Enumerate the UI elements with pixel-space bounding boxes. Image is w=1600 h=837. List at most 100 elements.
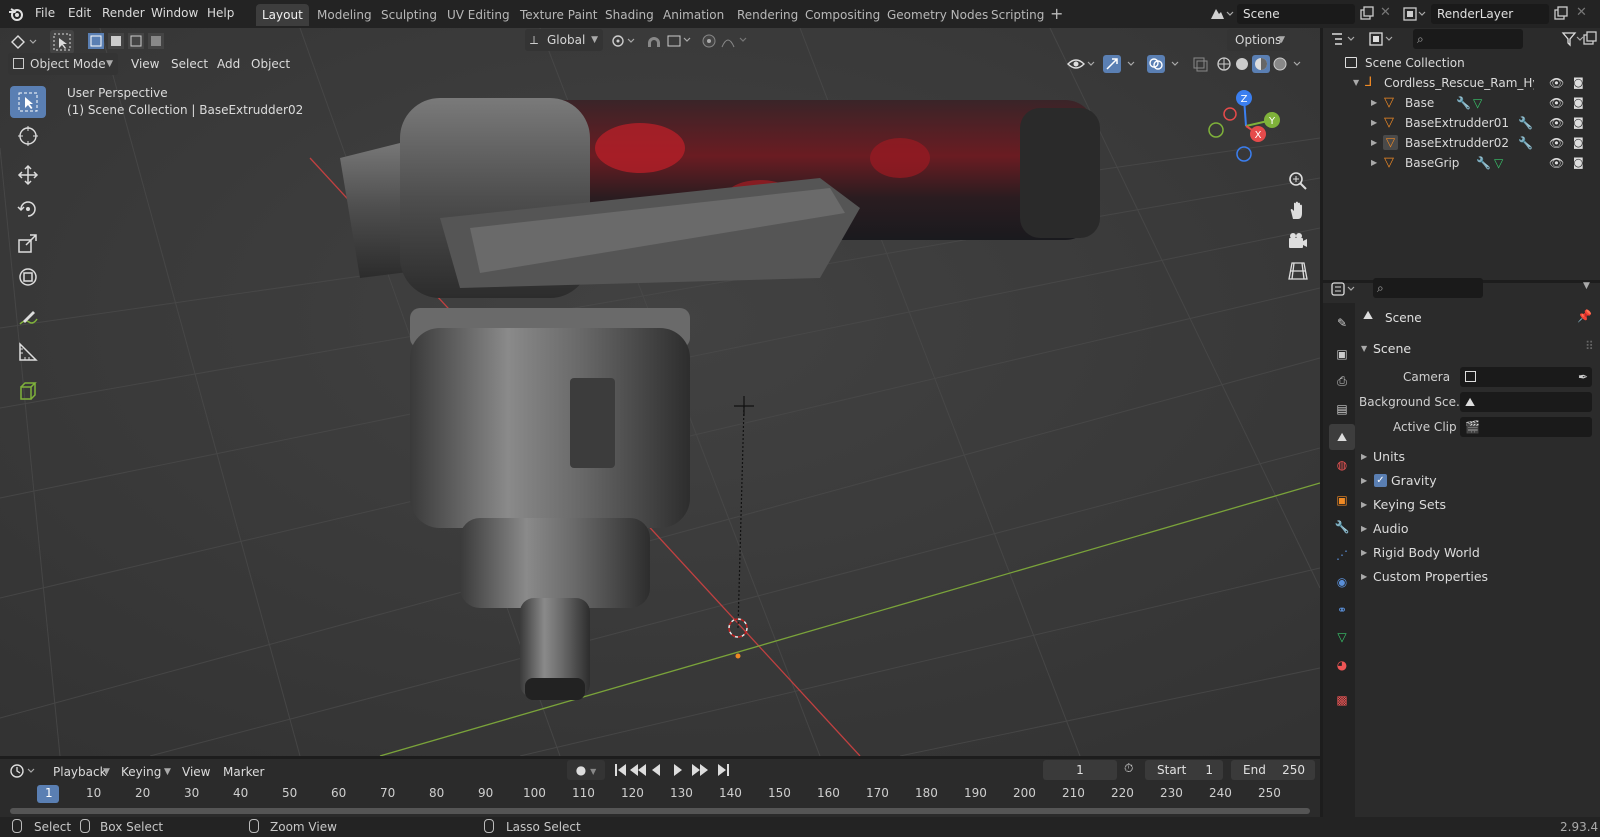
editor-type-icon[interactable] bbox=[8, 32, 40, 52]
tab-sculpting[interactable]: Sculpting bbox=[375, 4, 443, 26]
chevron-down-icon[interactable]: ▼ bbox=[1583, 281, 1590, 291]
camera-view-icon[interactable] bbox=[1286, 229, 1310, 253]
outliner-search-input[interactable]: ⌕ bbox=[1413, 29, 1523, 49]
tab-texture[interactable]: ▩ bbox=[1329, 687, 1355, 713]
jump-to-keyframe-button[interactable] bbox=[629, 761, 647, 779]
play-reverse-button[interactable] bbox=[650, 761, 664, 779]
new-collection-icon[interactable] bbox=[1581, 30, 1599, 48]
tab-view-layer[interactable]: ▤ bbox=[1329, 396, 1355, 422]
jump-to-next-keyframe-button[interactable] bbox=[690, 761, 708, 779]
menu-help[interactable]: Help bbox=[207, 6, 234, 20]
viewport-menu-add[interactable]: Add bbox=[217, 57, 240, 71]
render-camera-icon[interactable]: ◙ bbox=[1573, 73, 1584, 93]
expand-toggle-icon[interactable]: ▶ bbox=[1371, 153, 1377, 173]
tab-compositing[interactable]: Compositing bbox=[799, 4, 886, 26]
timeline-scrollbar[interactable] bbox=[10, 808, 1310, 814]
view-layer-field[interactable]: RenderLayer bbox=[1431, 4, 1549, 24]
proportional-editing-icon[interactable] bbox=[700, 31, 750, 51]
tool-rotate[interactable] bbox=[10, 193, 46, 225]
jump-to-end-button[interactable] bbox=[716, 761, 730, 779]
tool-annotate[interactable] bbox=[10, 302, 46, 334]
outliner-editor-type-icon[interactable] bbox=[1329, 30, 1359, 48]
tab-modifiers[interactable]: 🔧 bbox=[1329, 514, 1355, 540]
tab-material[interactable]: ◕ bbox=[1329, 652, 1355, 678]
tab-layout[interactable]: Layout bbox=[256, 4, 309, 26]
gizmo-toggle-icon[interactable] bbox=[1102, 54, 1140, 74]
tab-data[interactable]: ▽ bbox=[1329, 624, 1355, 650]
timeline-menu-marker[interactable]: Marker bbox=[223, 765, 264, 779]
navigation-gizmo[interactable]: Z Y X bbox=[1208, 86, 1288, 166]
tab-shading[interactable]: Shading bbox=[599, 4, 660, 26]
duplicate-view-layer-icon[interactable] bbox=[1552, 5, 1570, 23]
tab-geometry-nodes[interactable]: Geometry Nodes bbox=[881, 4, 994, 26]
tool-cursor[interactable] bbox=[10, 120, 46, 152]
visibility-eye-icon[interactable]: 👁 bbox=[1549, 113, 1564, 133]
current-frame-field[interactable]: 1 bbox=[1043, 760, 1117, 780]
auto-keying-toggle[interactable]: ● ▼ bbox=[567, 760, 605, 780]
perspective-toggle-icon[interactable] bbox=[1286, 259, 1310, 283]
tab-texture-paint[interactable]: Texture Paint bbox=[514, 4, 603, 26]
expand-toggle-icon[interactable]: ▶ bbox=[1371, 113, 1377, 133]
expand-toggle-icon[interactable]: ▼ bbox=[1353, 73, 1359, 93]
drag-handle-icon[interactable]: ⠿ bbox=[1585, 339, 1594, 353]
blender-logo-icon[interactable] bbox=[8, 6, 24, 22]
timeline-menu-playback[interactable]: Playback bbox=[53, 765, 107, 779]
camera-field[interactable]: ✒ bbox=[1460, 367, 1592, 387]
properties-search-input[interactable]: ⌕ bbox=[1373, 278, 1483, 298]
scene-panel-title[interactable]: Scene bbox=[1373, 341, 1411, 356]
view-layer-icon[interactable] bbox=[1402, 5, 1428, 23]
tab-render[interactable]: ▣ bbox=[1329, 341, 1355, 367]
visibility-toggle-icon[interactable] bbox=[1066, 54, 1098, 74]
tool-move[interactable] bbox=[10, 159, 46, 191]
menu-file[interactable]: File bbox=[35, 6, 55, 20]
scene-selector-icon[interactable] bbox=[1208, 6, 1234, 22]
render-camera-icon[interactable]: ◙ bbox=[1573, 133, 1584, 153]
tab-scene[interactable]: ⛰ bbox=[1329, 424, 1355, 450]
pivot-point-icon[interactable] bbox=[610, 32, 640, 50]
visibility-eye-icon[interactable]: 👁 bbox=[1549, 73, 1564, 93]
tab-scripting[interactable]: Scripting bbox=[985, 4, 1050, 26]
visibility-eye-icon[interactable]: 👁 bbox=[1549, 93, 1564, 113]
preview-range-icon[interactable]: ⏱ bbox=[1124, 761, 1133, 776]
viewport-menu-object[interactable]: Object bbox=[251, 57, 290, 71]
end-frame-field[interactable]: End 250 bbox=[1231, 760, 1315, 780]
mode-dropdown[interactable]: Object Mode ▼ bbox=[8, 53, 118, 75]
modifier-wrench-icon[interactable]: 🔧 bbox=[1456, 93, 1471, 113]
outliner-row-baseextrudder01[interactable]: ▶ ▽ BaseExtrudder01 🔧 👁 ◙ bbox=[1323, 113, 1600, 133]
selection-mode-icons[interactable] bbox=[86, 31, 180, 51]
tool-measure[interactable] bbox=[10, 336, 46, 368]
tab-rendering[interactable]: Rendering bbox=[731, 4, 804, 26]
timeline-menu-keying[interactable]: Keying bbox=[121, 765, 161, 779]
expand-toggle-icon[interactable]: ▶ bbox=[1371, 133, 1377, 153]
tab-constraints[interactable]: ⚭ bbox=[1329, 597, 1355, 623]
tool-scale[interactable] bbox=[10, 227, 46, 259]
tool-select-box[interactable] bbox=[10, 86, 46, 118]
tab-uv-editing[interactable]: UV Editing bbox=[441, 4, 516, 26]
select-tool-icon[interactable] bbox=[50, 30, 74, 54]
snap-icon[interactable] bbox=[644, 31, 694, 51]
overlays-toggle-icon[interactable] bbox=[1146, 54, 1184, 74]
timeline-menu-view[interactable]: View bbox=[182, 765, 210, 779]
visibility-eye-icon[interactable]: 👁 bbox=[1549, 153, 1564, 173]
mesh-data-icon[interactable]: ▽ bbox=[1473, 93, 1482, 113]
tab-particles[interactable]: ⋰ bbox=[1329, 542, 1355, 568]
outliner-row-basegrip[interactable]: ▶ ▽ BaseGrip 🔧 ▽ 👁 ◙ bbox=[1323, 153, 1600, 173]
pan-view-icon[interactable] bbox=[1286, 199, 1310, 223]
tool-add-cube[interactable] bbox=[10, 375, 46, 407]
modifier-wrench-icon[interactable]: 🔧 bbox=[1518, 133, 1533, 153]
visibility-eye-icon[interactable]: 👁 bbox=[1549, 133, 1564, 153]
outliner-row-baseextrudder02[interactable]: ▶ ▽ BaseExtrudder02 🔧 👁 ◙ bbox=[1323, 133, 1600, 153]
viewport-menu-view[interactable]: View bbox=[131, 57, 159, 71]
tab-output[interactable]: ⎙ bbox=[1329, 368, 1355, 394]
modifier-wrench-icon[interactable]: 🔧 bbox=[1518, 113, 1533, 133]
menu-edit[interactable]: Edit bbox=[68, 6, 91, 20]
modifier-wrench-icon[interactable]: 🔧 bbox=[1476, 153, 1491, 173]
pin-icon[interactable]: 📌 bbox=[1577, 309, 1592, 323]
shading-mode-icons[interactable] bbox=[1214, 54, 1306, 74]
menu-render[interactable]: Render bbox=[102, 6, 145, 20]
duplicate-scene-icon[interactable] bbox=[1358, 5, 1376, 23]
panel-collapse-icon[interactable]: ▼ bbox=[1361, 344, 1367, 353]
add-workspace-icon[interactable]: + bbox=[1050, 4, 1063, 23]
render-camera-icon[interactable]: ◙ bbox=[1573, 113, 1584, 133]
tab-object[interactable]: ▣ bbox=[1329, 487, 1355, 513]
